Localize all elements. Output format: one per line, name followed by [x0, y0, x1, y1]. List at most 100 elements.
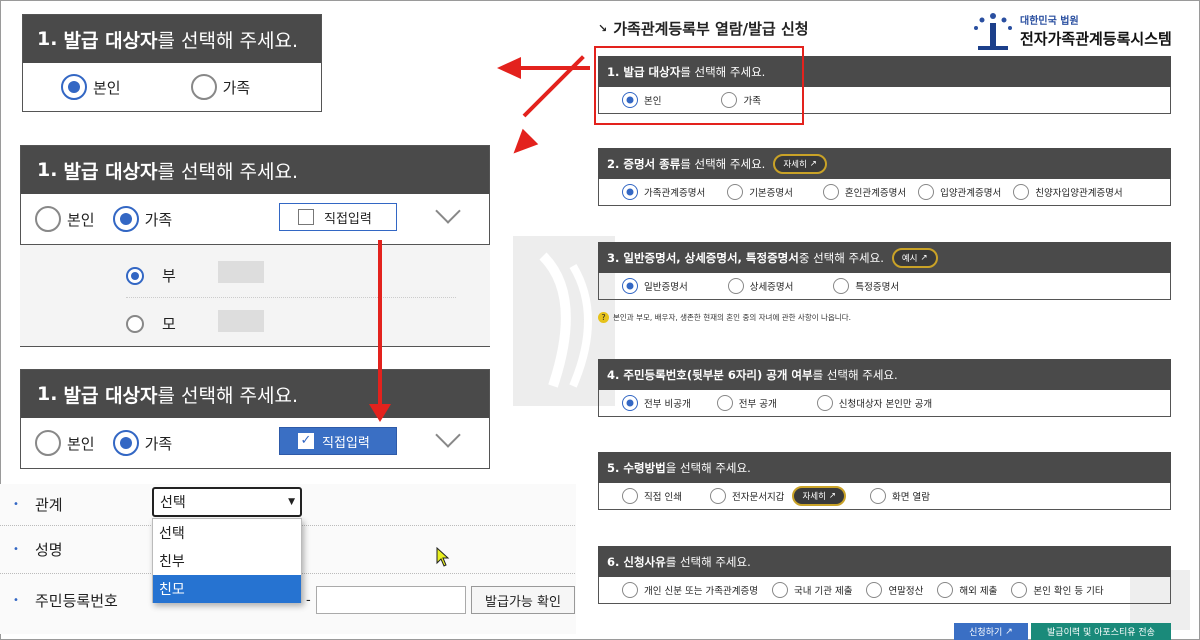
direct-input-toggle[interactable]: ✓ 직접입력 [279, 427, 397, 455]
radio-general[interactable] [622, 278, 638, 294]
radio-family[interactable] [112, 206, 139, 232]
label-self: 본인 [67, 434, 95, 453]
arrow-to-panel-1 [520, 66, 590, 70]
radio-reason-identity[interactable] [622, 582, 638, 598]
option-label: 본인 확인 등 기타 [1033, 586, 1104, 597]
label-self: 본인 [93, 78, 121, 97]
direct-input-toggle[interactable]: 직접입력 [279, 203, 397, 231]
example-button[interactable]: 예시 ↗ [891, 247, 938, 268]
label-self: 본인 [67, 210, 95, 229]
rrn-dash: - [306, 592, 311, 608]
section-4-header: 4. 주민등록번호(뒷부분 6자리) 공개 여부 를 선택해 주세요. [598, 359, 1171, 390]
family-input-form: • 관계 • 성명 • 주민등록번호 - 발급가능 확인 선택 ▼ 선택 친부 … [0, 484, 576, 634]
radio-self[interactable] [35, 206, 61, 232]
option-label: 신청대상자 본인만 공개 [838, 399, 933, 410]
label-rrn: 주민등록번호 [35, 591, 118, 610]
radio-family[interactable] [112, 430, 139, 456]
radio-print[interactable] [622, 488, 638, 504]
label-mother: 모 [162, 315, 176, 333]
radio-reason-domestic[interactable] [771, 582, 788, 598]
relation-select-value: 선택 [160, 495, 186, 511]
bullet: • [13, 544, 19, 555]
label-name: 성명 [35, 541, 63, 559]
option-label: 일반증명서 [644, 282, 688, 293]
radio-cert-adoption[interactable] [918, 184, 935, 200]
radio-cert-marriage[interactable] [822, 184, 839, 200]
zoom-panel-1: 1. 발급 대상자 를 선택해 주세요. 본인 가족 [22, 14, 322, 112]
relation-dropdown-list: 선택 친부 친모 [152, 518, 302, 603]
rrn-back-input[interactable] [316, 586, 466, 614]
external-link-icon: ↗ [809, 158, 817, 169]
radio-reason-other[interactable] [1011, 582, 1028, 598]
option-label: 혼인관계증명서 [844, 188, 907, 199]
relation-select[interactable]: 선택 ▼ [152, 487, 302, 517]
radio-mother[interactable] [126, 314, 144, 333]
section-5-header: 5. 수령방법 을 선택해 주세요. [598, 452, 1171, 483]
note-text: 본인과 부모, 배우자, 생존한 현재의 혼인 중의 자녀에 관한 사항이 나옵… [613, 313, 851, 322]
section-2-header: 2. 증명서 종류 를 선택해 주세요. 자세히 ↗ [598, 148, 1171, 179]
checkbox-icon [298, 209, 314, 225]
option-label: 전부 공개 [738, 399, 777, 410]
option-label: 상세증명서 [749, 282, 794, 293]
radio-specific[interactable] [833, 278, 850, 294]
radio-cert-basic[interactable] [727, 184, 744, 200]
label-family: 가족 [144, 434, 173, 453]
section-4: 4. 주민등록번호(뒷부분 6자리) 공개 여부 를 선택해 주세요. 전부 비공… [598, 359, 1171, 417]
arrow-head-left [497, 57, 521, 79]
details-button[interactable]: 자세히 ↗ [792, 486, 847, 506]
chevron-down-icon[interactable] [435, 198, 461, 224]
external-link-icon: ↗ [828, 491, 837, 501]
radio-self[interactable] [61, 74, 87, 100]
option-label: 입양관계증명서 [940, 188, 1002, 199]
zoom-panel-2: 1. 발급 대상자 를 선택해 주세요. 본인 가족 직접입력 [20, 145, 490, 245]
checkbox-checked-icon: ✓ [298, 433, 314, 449]
section-6: 6. 신청사유 를 선택해 주세요. 개인 신분 또는 가족관계증명 국내 기관 … [598, 546, 1171, 604]
question-icon: ? [598, 312, 609, 323]
option-label: 연말정산 [888, 586, 924, 597]
section-3-header: 3. 일반증명서, 상세증명서, 특정증명서 중 선택해 주세요. 예시 ↗ [598, 242, 1171, 273]
option-label: 개인 신분 또는 가족관계증명 [644, 586, 758, 597]
radio-reason-tax[interactable] [866, 582, 883, 598]
section-5: 5. 수령방법 을 선택해 주세요. 직접 인쇄 전자문서지갑 자세히 ↗ 화면 열… [598, 452, 1171, 510]
section-2: 2. 증명서 종류 를 선택해 주세요. 자세히 ↗ 가족관계증명서 기본증명서 혼인… [598, 148, 1171, 206]
radio-cert-full-adoption[interactable] [1013, 184, 1030, 200]
mouse-cursor-icon [436, 547, 450, 567]
radio-detailed[interactable] [727, 278, 744, 294]
radio-rrn-self-only[interactable] [816, 395, 833, 411]
direct-input-label: 직접입력 [324, 211, 372, 227]
option-label: 화면 열람 [892, 492, 931, 503]
court-emblem-icon [974, 13, 1012, 50]
radio-screen-view[interactable] [870, 488, 887, 504]
section-3: 3. 일반증명서, 상세증명서, 특정증명서 중 선택해 주세요. 예시 ↗ 일반증… [598, 242, 1171, 300]
option-label: 가족관계증명서 [644, 188, 706, 199]
section-6-header: 6. 신청사유 를 선택해 주세요. [598, 546, 1171, 577]
radio-reason-overseas[interactable] [937, 582, 954, 598]
label-family: 가족 [222, 78, 251, 97]
option-label: 직접 인쇄 [644, 492, 682, 503]
dropdown-option[interactable]: 친부 [153, 547, 301, 575]
option-label: 국내 기관 제출 [793, 586, 853, 597]
details-button[interactable]: 자세히 ↗ [773, 153, 827, 174]
dropdown-arrow-icon: ▼ [288, 497, 295, 507]
dropdown-option[interactable]: 선택 [153, 519, 301, 547]
radio-family[interactable] [190, 74, 217, 100]
arrow-to-panel-3 [378, 240, 382, 408]
page-title-text: 가족관계등록부 열람/발급 신청 [613, 20, 809, 38]
history-apostille-button[interactable]: 발급이력 및 아포스티유 전송 [1031, 623, 1171, 640]
external-link-icon: ↗ [920, 252, 928, 263]
radio-cert-family[interactable] [622, 184, 638, 200]
zoom-panel-3: 1. 발급 대상자 를 선택해 주세요. 본인 가족 ✓ 직접입력 [20, 369, 490, 469]
radio-self[interactable] [35, 430, 61, 456]
radio-e-wallet[interactable] [709, 488, 726, 504]
section-3-note: ? 본인과 부모, 배우자, 생존한 현재의 혼인 중의 자녀에 관한 사항이 … [598, 312, 851, 323]
apply-button[interactable]: 신청하기 ↗ [954, 623, 1028, 640]
dropdown-option-selected[interactable]: 친모 [153, 575, 301, 603]
check-eligibility-button[interactable]: 발급가능 확인 [471, 586, 575, 614]
bullet: • [13, 594, 19, 606]
arrow-head-down [369, 404, 391, 422]
radio-father[interactable] [126, 266, 144, 285]
label-father: 부 [162, 267, 176, 285]
chevron-down-icon[interactable] [435, 422, 461, 448]
radio-rrn-hide[interactable] [622, 395, 638, 411]
radio-rrn-show[interactable] [716, 395, 733, 411]
